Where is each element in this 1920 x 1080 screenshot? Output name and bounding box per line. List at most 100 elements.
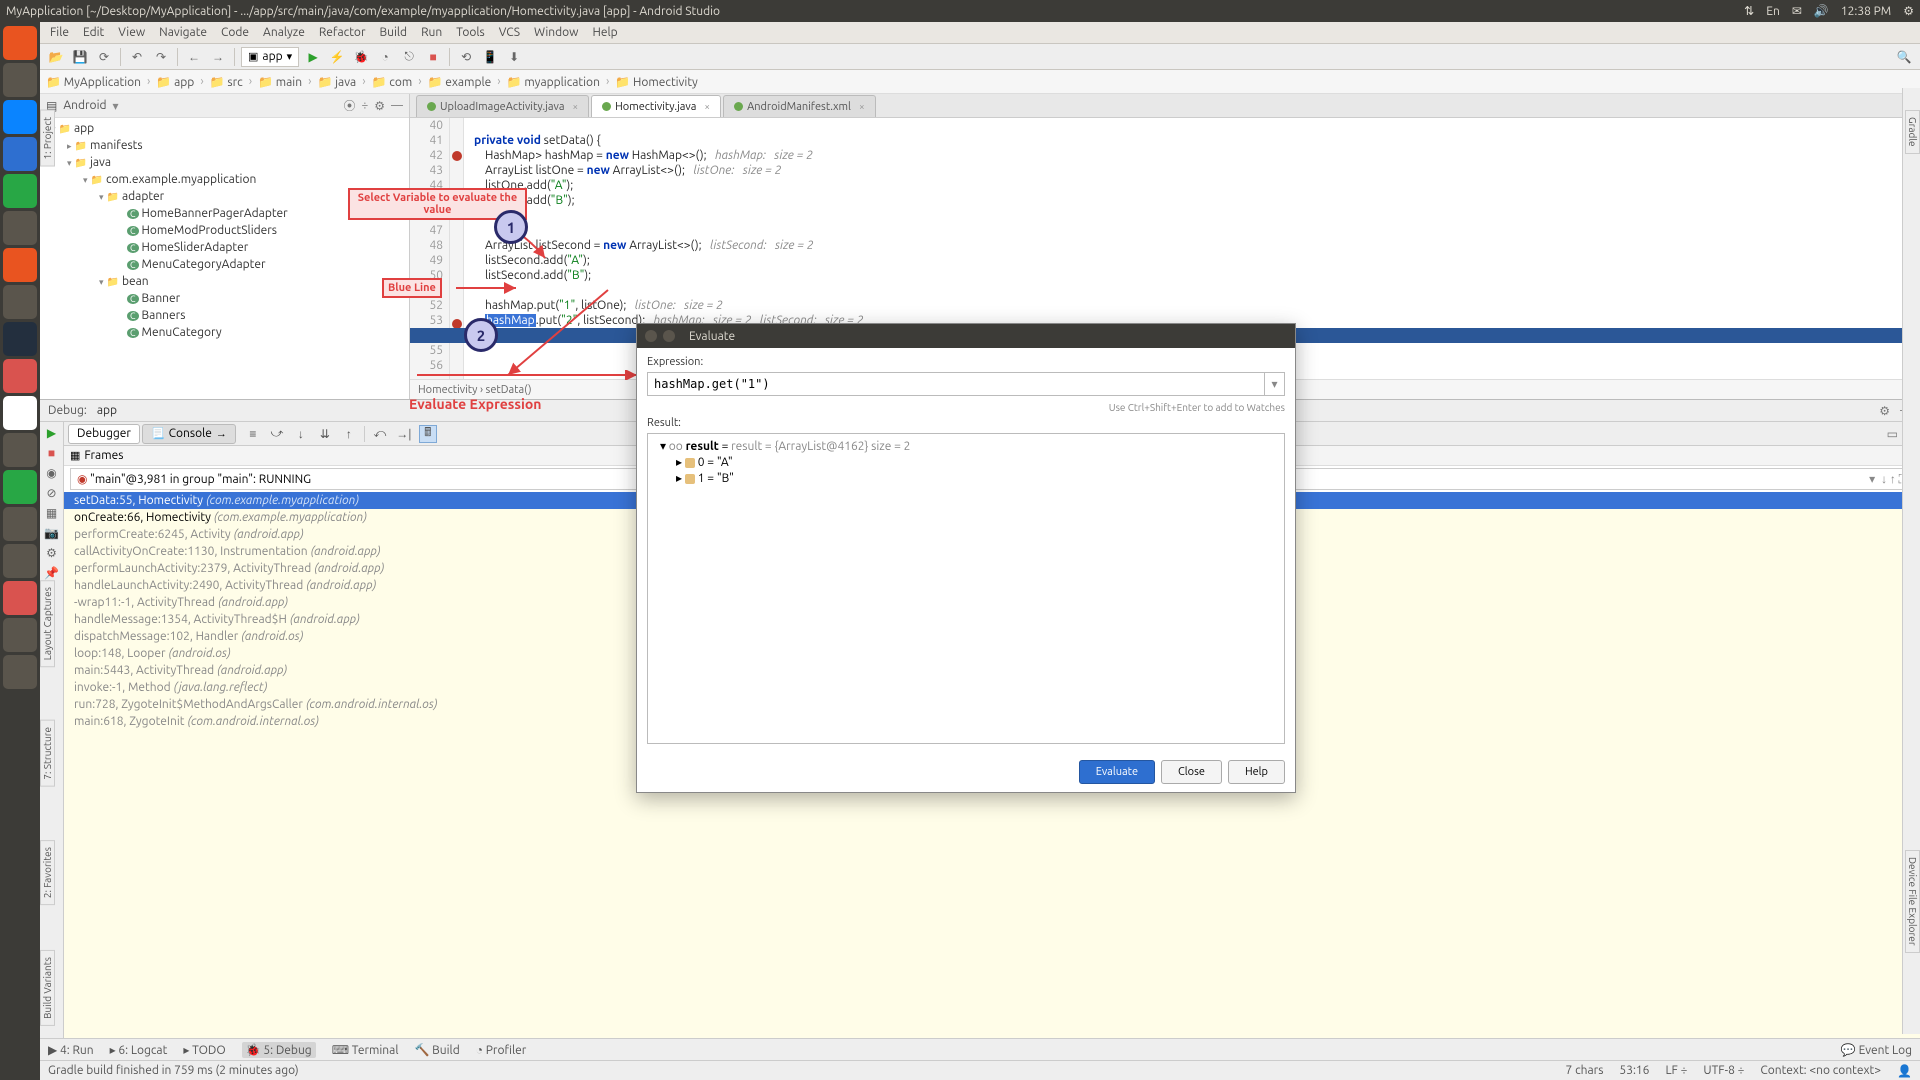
close-button[interactable]: Close	[1161, 760, 1222, 784]
launcher-item[interactable]	[3, 470, 37, 504]
side-tab-captures[interactable]: Layout Captures	[40, 580, 55, 667]
menu-tools[interactable]: Tools	[456, 26, 485, 39]
restore-layout-icon[interactable]: ▭	[1887, 427, 1898, 441]
menu-help[interactable]: Help	[592, 26, 617, 39]
launcher-item[interactable]	[3, 507, 37, 541]
menu-code[interactable]: Code	[221, 26, 249, 39]
tree-node[interactable]: bean	[40, 273, 409, 290]
tree-node[interactable]: HomeModProductSliders	[40, 222, 409, 239]
back-icon[interactable]: ←	[184, 47, 204, 67]
settings-icon[interactable]: ⚙	[46, 546, 57, 560]
breadcrumb-item[interactable]: 📁 com	[372, 75, 413, 89]
side-tab-favorites[interactable]: 2: Favorites	[40, 840, 55, 905]
target-icon[interactable]: ⦿	[343, 97, 355, 114]
mail-icon[interactable]: ✉	[1792, 4, 1802, 18]
tree-node[interactable]: adapter	[40, 188, 409, 205]
tab-console[interactable]: 📃 Console →	[142, 424, 236, 444]
launcher-dash[interactable]	[3, 26, 37, 60]
launcher-writer[interactable]	[3, 137, 37, 171]
menu-navigate[interactable]: Navigate	[159, 26, 207, 39]
launcher-amazon[interactable]	[3, 322, 37, 356]
breadcrumb-item[interactable]: 📁 myapplication	[507, 75, 600, 89]
launcher-chrome[interactable]	[3, 396, 37, 430]
undo-icon[interactable]: ↶	[127, 47, 147, 67]
menu-analyze[interactable]: Analyze	[263, 26, 305, 39]
launcher-item[interactable]	[3, 581, 37, 615]
menu-vcs[interactable]: VCS	[499, 26, 520, 39]
search-icon[interactable]: 🔍	[1894, 47, 1914, 67]
sound-icon[interactable]: 🔊	[1814, 4, 1829, 18]
keyboard-lang[interactable]: En	[1766, 5, 1780, 18]
expression-input[interactable]	[647, 372, 1265, 396]
tree-node[interactable]: app	[40, 120, 409, 137]
launcher-android-studio[interactable]	[3, 285, 37, 319]
menu-file[interactable]: File	[50, 26, 69, 39]
view-breakpoints-icon[interactable]: ◉	[46, 466, 56, 480]
avd-icon[interactable]: 📱	[480, 47, 500, 67]
breadcrumb-item[interactable]: 📁 MyApplication	[46, 75, 141, 89]
breadcrumb-item[interactable]: 📁 main	[258, 75, 302, 89]
menu-edit[interactable]: Edit	[83, 26, 104, 39]
launcher-item[interactable]	[3, 433, 37, 467]
breadcrumb-item[interactable]: 📁 java	[317, 75, 356, 89]
profile-icon[interactable]: ◔	[375, 47, 395, 67]
evaluate-button[interactable]: Evaluate	[1079, 760, 1155, 784]
mute-breakpoints-icon[interactable]: ⊘	[46, 486, 56, 500]
attach-icon[interactable]: ⎋	[399, 47, 419, 67]
gear-icon[interactable]: ⚙	[1879, 404, 1890, 418]
show-execution-icon[interactable]: ≡	[244, 425, 262, 443]
launcher-files[interactable]	[3, 63, 37, 97]
launcher-trash[interactable]	[3, 655, 37, 689]
step-into-icon[interactable]: ↓	[292, 425, 310, 443]
stop-icon[interactable]: ■	[423, 47, 443, 67]
tree-node[interactable]: MenuCategoryAdapter	[40, 256, 409, 273]
bottom-tool[interactable]: 🐞 5: Debug	[242, 1042, 316, 1058]
status-pos[interactable]: 53:16	[1619, 1064, 1649, 1077]
drop-frame-icon[interactable]: ⤺	[371, 425, 389, 443]
launcher-settings[interactable]	[3, 359, 37, 393]
refresh-icon[interactable]: ⟳	[94, 47, 114, 67]
gear-icon[interactable]: ⚙	[374, 99, 385, 113]
rerun-icon[interactable]: ▶	[47, 426, 56, 440]
run-to-cursor-icon[interactable]: →|	[395, 425, 413, 443]
gear-icon[interactable]: ⚙	[1903, 4, 1914, 18]
minimize-icon[interactable]	[663, 330, 675, 342]
tree-node[interactable]: HomeSliderAdapter	[40, 239, 409, 256]
tree-node[interactable]: java	[40, 154, 409, 171]
debug-icon[interactable]: 🐞	[351, 47, 371, 67]
bottom-tool[interactable]: ▶ 4: Run	[48, 1043, 94, 1057]
menu-window[interactable]: Window	[534, 26, 578, 39]
side-tab-build-variants[interactable]: Build Variants	[40, 950, 55, 1026]
launcher-software[interactable]	[3, 248, 37, 282]
network-icon[interactable]: ⇅	[1744, 4, 1754, 18]
sync-icon[interactable]: ⟲	[456, 47, 476, 67]
camera-icon[interactable]: 📷	[44, 526, 59, 540]
sdk-icon[interactable]: ⬇	[504, 47, 524, 67]
stop-icon[interactable]: ■	[48, 446, 55, 460]
hide-icon[interactable]: —	[391, 99, 403, 112]
bottom-tool[interactable]: ▸ TODO	[183, 1043, 225, 1057]
forward-icon[interactable]: →	[208, 47, 228, 67]
layout-icon[interactable]: ▦	[46, 506, 57, 520]
side-tab-project[interactable]: 1: Project	[40, 110, 55, 167]
bottom-tool[interactable]: ⌨ Terminal	[332, 1043, 399, 1057]
save-icon[interactable]: 💾	[70, 47, 90, 67]
run-icon[interactable]: ▶	[303, 47, 323, 67]
project-tree[interactable]: app manifests java com.example.myapplica…	[40, 118, 409, 399]
status-enc[interactable]: UTF-8 ÷	[1703, 1064, 1744, 1077]
project-mode[interactable]: Android	[63, 99, 106, 112]
tab-debugger[interactable]: Debugger	[68, 424, 140, 444]
launcher-item[interactable]	[3, 618, 37, 652]
bottom-tool[interactable]: ◔ Profiler	[476, 1043, 527, 1057]
breadcrumb-item[interactable]: 📁 example	[428, 75, 492, 89]
tree-node[interactable]: Banner	[40, 290, 409, 307]
expression-history-dropdown[interactable]: ▾	[1265, 372, 1285, 396]
step-over-icon[interactable]: ⤻	[268, 425, 286, 443]
apply-changes-icon[interactable]: ⚡	[327, 47, 347, 67]
evaluate-expression-icon[interactable]: 🖩	[419, 425, 437, 443]
event-log[interactable]: 💬 Event Log	[1841, 1043, 1912, 1057]
menu-view[interactable]: View	[118, 26, 145, 39]
bottom-tool[interactable]: ▸ 6: Logcat	[110, 1043, 168, 1057]
tree-node[interactable]: manifests	[40, 137, 409, 154]
editor-tab[interactable]: UploadImageActivity.java×	[416, 95, 589, 117]
